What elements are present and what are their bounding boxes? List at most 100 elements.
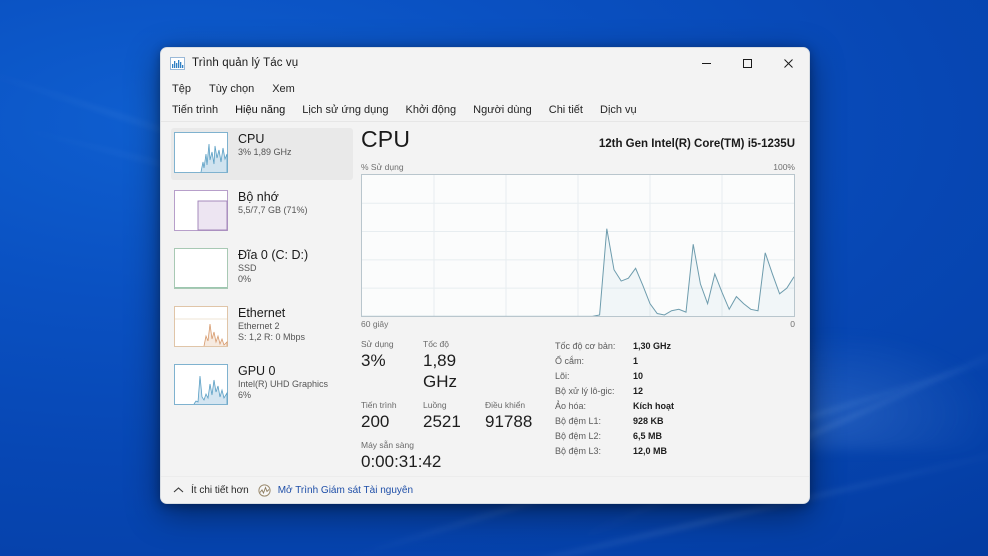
disk-thumbnail-graph [174, 248, 228, 289]
stat-row-uptime: Máy sẵn sàng 0:00:31:42 [361, 440, 551, 472]
spec-l1-cache-label: Bộ đệm L1: [555, 416, 602, 427]
gpu-thumbnail [174, 364, 228, 405]
stats-area: Sử dụng 3% Tốc độ 1,89 GHz Tiến trình 20… [361, 339, 795, 480]
sidebar-item-cpu-texts: CPU 3% 1,89 GHz [238, 132, 292, 158]
sidebar-item-ethernet-stat: S: 1,2 R: 0 Mbps [238, 332, 306, 342]
sidebar-item-gpu[interactable]: GPU 0 Intel(R) UHD Graphics 6% [171, 360, 353, 412]
stat-utilization-label: Sử dụng [361, 339, 394, 350]
memory-thumbnail-graph [174, 190, 228, 231]
stat-threads-label: Luồng [423, 400, 447, 411]
sidebar-item-gpu-stat: 6% [238, 390, 252, 400]
stat-processes: Tiến trình 200 [361, 400, 423, 432]
sidebar-item-cpu-stat: 3% 1,89 GHz [238, 147, 292, 157]
fewer-details-button[interactable]: Ít chi tiết hơn [173, 485, 249, 496]
gpu-thumbnail-graph [174, 364, 228, 405]
spec-row-cores: Lõi: 10 [555, 370, 795, 382]
spec-row-l1-cache: Bộ đệm L1: 928 KB [555, 415, 795, 427]
menu-item-file[interactable]: Tệp [170, 82, 193, 96]
fewer-details-label: Ít chi tiết hơn [191, 484, 249, 496]
sidebar-item-memory-title: Bộ nhớ [238, 190, 279, 204]
spec-row-l3-cache: Bộ đệm L3: 12,0 MB [555, 445, 795, 457]
spec-logical-processors-label: Bộ xử lý lô-gic: [555, 386, 615, 397]
chart-x-start-label: 60 giây [361, 319, 389, 330]
memory-thumbnail [174, 190, 228, 231]
performance-detail-panel: CPU 12th Gen Intel(R) Core(TM) i5-1235U … [353, 122, 809, 476]
cpu-model-label: 12th Gen Intel(R) Core(TM) i5-1235U [598, 138, 795, 150]
spec-l2-cache-value: 6,5 MB [633, 431, 663, 442]
close-button[interactable] [768, 48, 809, 78]
spec-cores-value: 10 [633, 371, 644, 382]
window-body: CPU 3% 1,89 GHz Bộ nhớ 5,5/7,7 GB (71%) [161, 122, 809, 476]
stat-utilization: Sử dụng 3% [361, 339, 423, 392]
sidebar-item-ethernet-title: Ethernet [238, 306, 286, 320]
task-manager-icon [170, 56, 185, 70]
tab-bar: Tiến trình Hiệu năng Lịch sử ứng dụng Kh… [161, 99, 809, 122]
open-resource-monitor-button[interactable]: Mở Trình Giám sát Tài nguyên [258, 483, 413, 497]
spec-row-logical-processors: Bộ xử lý lô-gic: 12 [555, 385, 795, 397]
spec-sockets-label: Ổ cắm: [555, 356, 585, 367]
sidebar-item-disk-stat: 0% [238, 274, 252, 284]
maximize-button[interactable] [727, 48, 768, 78]
spec-l1-cache-value: 928 KB [633, 416, 664, 427]
sidebar-item-gpu-texts: GPU 0 Intel(R) UHD Graphics 6% [238, 364, 328, 401]
menu-item-view[interactable]: Xem [270, 82, 297, 96]
stat-handles-value: 91788 [485, 412, 533, 432]
tab-users[interactable]: Người dùng [471, 103, 534, 117]
sidebar-item-memory-texts: Bộ nhớ 5,5/7,7 GB (71%) [238, 190, 308, 216]
tab-performance[interactable]: Hiệu năng [233, 103, 287, 117]
menu-item-options[interactable]: Tùy chọn [207, 82, 256, 96]
status-bar: Ít chi tiết hơn Mở Trình Giám sát Tài ng… [161, 476, 809, 503]
spec-base-speed-label: Tốc độ cơ bản: [555, 341, 616, 352]
maximize-icon [743, 58, 752, 68]
tab-details[interactable]: Chi tiết [547, 103, 585, 117]
chart-bottom-labels: 60 giây 0 [361, 319, 795, 329]
cpu-chart-canvas [362, 175, 794, 317]
stats-secondary: Tốc độ cơ bản: 1,30 GHz Ổ cắm: 1 Lõi: 10 [551, 339, 795, 480]
close-icon [784, 58, 793, 68]
stat-threads-value: 2521 [423, 412, 461, 432]
sidebar-item-memory[interactable]: Bộ nhớ 5,5/7,7 GB (71%) [171, 186, 353, 238]
sidebar-item-cpu-title: CPU [238, 132, 265, 146]
stat-speed-label: Tốc độ [423, 339, 449, 350]
sidebar-item-gpu-title: GPU 0 [238, 364, 276, 378]
spec-l3-cache-label: Bộ đệm L3: [555, 446, 602, 457]
ethernet-thumbnail [174, 306, 228, 347]
stat-handles-label: Điều khiển [485, 400, 526, 411]
spec-virtualization-label: Ảo hóa: [555, 401, 587, 412]
page-title: CPU [361, 126, 411, 152]
stat-utilization-value: 3% [361, 351, 386, 371]
sidebar-item-ethernet[interactable]: Ethernet Ethernet 2 S: 1,2 R: 0 Mbps [171, 302, 353, 354]
sidebar-item-disk-texts: Đĩa 0 (C: D:) SSD 0% [238, 248, 308, 285]
spec-row-base-speed: Tốc độ cơ bản: 1,30 GHz [555, 340, 795, 352]
spec-cores-label: Lõi: [555, 371, 570, 382]
tab-app-history[interactable]: Lịch sử ứng dụng [300, 103, 390, 117]
sidebar-item-gpu-model: Intel(R) UHD Graphics [238, 379, 329, 389]
sidebar-item-disk-title: Đĩa 0 (C: D:) [238, 248, 309, 262]
tab-processes[interactable]: Tiến trình [170, 103, 220, 117]
spec-row-sockets: Ổ cắm: 1 [555, 355, 795, 367]
stat-row-usage: Sử dụng 3% Tốc độ 1,89 GHz [361, 339, 551, 392]
menu-bar: Tệp Tùy chọn Xem [161, 78, 809, 99]
stats-primary: Sử dụng 3% Tốc độ 1,89 GHz Tiến trình 20… [361, 339, 551, 480]
desktop-background: Trình quản lý Tác vụ Tệp Tùy chọn Xem Ti… [0, 0, 988, 556]
cpu-thumbnail-graph [174, 132, 228, 173]
stat-processes-value: 200 [361, 412, 390, 432]
sidebar-item-disk-type: SSD [238, 263, 257, 273]
chart-x-end-label: 0 [790, 319, 795, 330]
minimize-button[interactable] [686, 48, 727, 78]
tab-services[interactable]: Dịch vụ [598, 103, 639, 117]
stat-speed: Tốc độ 1,89 GHz [423, 339, 485, 392]
sidebar-item-ethernet-name: Ethernet 2 [238, 321, 280, 331]
sidebar-item-memory-stat: 5,5/7,7 GB (71%) [238, 205, 308, 215]
sidebar-item-cpu[interactable]: CPU 3% 1,89 GHz [171, 128, 353, 180]
sidebar-item-disk[interactable]: Đĩa 0 (C: D:) SSD 0% [171, 244, 353, 296]
stat-uptime-value: 0:00:31:42 [361, 452, 442, 472]
window-title: Trình quản lý Tác vụ [192, 57, 299, 69]
chart-y-max-label: 100% [773, 162, 795, 172]
tab-startup[interactable]: Khởi động [404, 103, 459, 117]
resource-sidebar: CPU 3% 1,89 GHz Bộ nhớ 5,5/7,7 GB (71%) [161, 122, 353, 476]
spec-virtualization-value: Kích hoạt [633, 401, 675, 412]
cpu-utilization-chart[interactable] [361, 174, 795, 318]
chevron-up-icon [173, 486, 184, 492]
title-bar: Trình quản lý Tác vụ [161, 48, 809, 78]
